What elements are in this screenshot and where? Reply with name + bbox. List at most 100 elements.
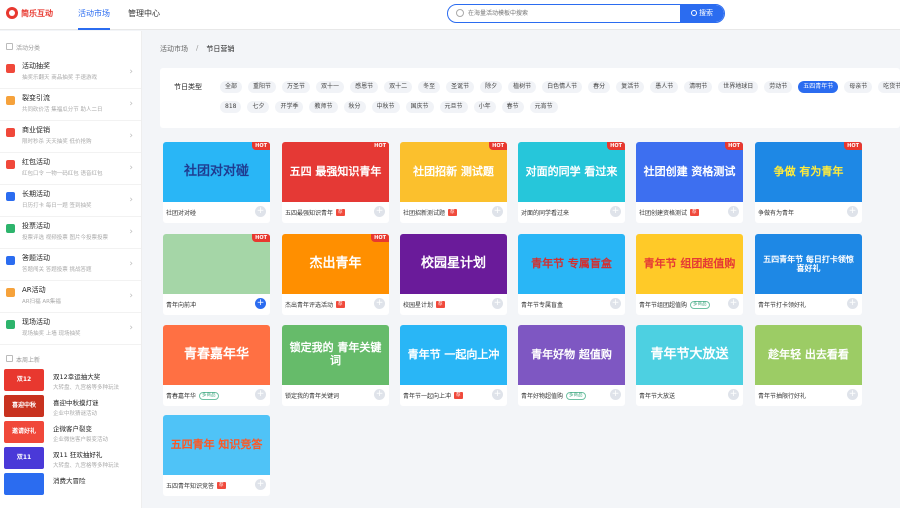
filter-tag[interactable]: 开学季 [275, 101, 304, 113]
template-thumbnail[interactable]: 五四青年节 每日打卡领惊喜好礼 [755, 234, 862, 294]
filter-tag[interactable]: 七夕 [247, 101, 270, 113]
template-card[interactable]: 社团招新 测试题 HOT 社团招新测试题荐 + [400, 142, 507, 223]
template-card[interactable]: 五四 最强知识青年 HOT 五四最强知识青年荐 + [282, 142, 389, 223]
nav-management-center[interactable]: 管理中心 [128, 0, 160, 30]
breadcrumb-root[interactable]: 活动市场 [160, 44, 188, 54]
filter-tag[interactable]: 春节 [501, 101, 524, 113]
filter-tag[interactable]: 中秋节 [371, 101, 400, 113]
template-thumbnail[interactable]: 五四 最强知识青年 HOT [282, 142, 389, 202]
add-icon[interactable]: + [847, 298, 858, 309]
template-card[interactable]: 社团对对碰 HOT 社团对对碰 + [163, 142, 270, 223]
sidebar-item[interactable]: 答题活动 答题闯关 答题投票 挑战答题 › [0, 249, 141, 281]
sidebar-item[interactable]: 红包活动 红包口令 一物一码红包 语音红包 › [0, 153, 141, 185]
filter-tag[interactable]: 万圣节 [282, 81, 311, 93]
add-icon[interactable]: + [847, 389, 858, 400]
search-button[interactable]: 搜索 [680, 5, 724, 22]
app-logo[interactable]: 简乐互动 [6, 7, 53, 19]
filter-tag[interactable]: 劳动节 [764, 81, 793, 93]
template-card[interactable]: 锁定我的 青年关键词 锁定我的青年关键词 + [282, 325, 389, 406]
template-thumbnail[interactable]: 争做 有为青年 HOT [755, 142, 862, 202]
add-icon[interactable]: + [492, 206, 503, 217]
filter-tag[interactable]: 感恩节 [350, 81, 379, 93]
filter-tag[interactable]: 国庆节 [405, 101, 434, 113]
filter-tag[interactable]: 吃货节 [878, 81, 900, 93]
template-thumbnail[interactable]: 杰出青年 HOT [282, 234, 389, 294]
add-icon[interactable]: + [728, 206, 739, 217]
add-icon[interactable]: + [610, 298, 621, 309]
template-card[interactable]: 杰出青年 HOT 杰出青年评选活动荐 + [282, 234, 389, 315]
filter-tag[interactable]: 白色情人节 [542, 81, 583, 93]
add-icon[interactable]: + [728, 389, 739, 400]
sidebar-item[interactable]: 长期活动 日历打卡 每日一题 签到抽奖 › [0, 185, 141, 217]
add-icon[interactable]: + [492, 389, 503, 400]
new-template-item[interactable]: 双12 双12幸运抽大奖 大转盘、九宫格等多种玩法 [0, 367, 141, 393]
filter-tag[interactable]: 除夕 [480, 81, 503, 93]
sidebar-item[interactable]: 投票活动 投票评选 视频投票 图片今投票投票 › [0, 217, 141, 249]
template-card[interactable]: 青年节 专属盲盒 青年节专属盲盒 + [518, 234, 625, 315]
filter-tag[interactable]: 清明节 [684, 81, 713, 93]
add-icon[interactable]: + [374, 298, 385, 309]
add-icon[interactable]: + [728, 298, 739, 309]
add-icon[interactable]: + [374, 389, 385, 400]
add-icon[interactable]: + [255, 206, 266, 217]
filter-tag[interactable]: 植树节 [508, 81, 537, 93]
add-icon[interactable]: + [610, 389, 621, 400]
filter-tag[interactable]: 五四青年节 [798, 81, 839, 93]
sidebar-item[interactable]: 现场活动 现场抽奖 上墙 现场抽奖 › [0, 313, 141, 345]
add-icon[interactable]: + [610, 206, 621, 217]
filter-tag[interactable]: 秋分 [343, 101, 366, 113]
template-card[interactable]: 青年节大放送 青年节大放送 + [636, 325, 743, 406]
sidebar-item[interactable]: 活动抽奖 抽奖乐翻天 商品抽奖 手速游戏 › [0, 57, 141, 89]
add-icon[interactable]: + [255, 479, 266, 490]
template-thumbnail[interactable]: 青年节大放送 [636, 325, 743, 385]
template-card[interactable]: HOT 青年向前冲 + [163, 234, 270, 315]
filter-tag[interactable]: 818 [220, 101, 242, 113]
template-card[interactable]: 青年节 组团超值购 青年节组团超值购 多商品 + [636, 234, 743, 315]
template-thumbnail[interactable]: 青年节 专属盲盒 [518, 234, 625, 294]
template-thumbnail[interactable]: 青春嘉年华 [163, 325, 270, 385]
template-thumbnail[interactable]: 青年好物 超值购 [518, 325, 625, 385]
filter-tag[interactable]: 双十一 [316, 81, 345, 93]
filter-tag[interactable]: 冬至 [418, 81, 441, 93]
filter-tag[interactable]: 小年 [473, 101, 496, 113]
template-thumbnail[interactable]: 趁年轻 出去看看 [755, 325, 862, 385]
template-thumbnail[interactable]: 校园星计划 [400, 234, 507, 294]
sidebar-item[interactable]: 商业促销 限时秒杀 天天抽奖 低价抢购 › [0, 121, 141, 153]
template-thumbnail[interactable]: 青年节 一起向上冲 [400, 325, 507, 385]
add-icon[interactable]: + [374, 206, 385, 217]
filter-tag[interactable]: 元旦节 [439, 101, 468, 113]
template-card[interactable]: 青年好物 超值购 青年好物超值购 多商品 + [518, 325, 625, 406]
template-card[interactable]: 五四青年 知识竞答 五四青年知识竞答荐 + [163, 415, 270, 496]
filter-tag[interactable]: 元宵节 [529, 101, 558, 113]
sidebar-item[interactable]: AR活动 AR扫福 AR集福 › [0, 281, 141, 313]
filter-tag[interactable]: 春分 [588, 81, 611, 93]
new-template-item[interactable]: 消费大冒险 [0, 471, 141, 497]
filter-tag[interactable]: 教师节 [309, 101, 338, 113]
template-card[interactable]: 对面的同学 看过来 HOT 对面的同学看过来 + [518, 142, 625, 223]
filter-tag[interactable]: 圣诞节 [446, 81, 475, 93]
new-template-item[interactable]: 邀请好礼 企微客户裂变 企业微信客户裂变活动 [0, 419, 141, 445]
new-template-item[interactable]: 双11 双11 狂欢抽好礼 大转盘、九宫格等多种玩法 [0, 445, 141, 471]
add-icon[interactable]: + [255, 298, 266, 309]
search-input[interactable] [468, 7, 668, 20]
template-thumbnail[interactable]: 五四青年 知识竞答 [163, 415, 270, 475]
filter-tag[interactable]: 复活节 [616, 81, 645, 93]
template-thumbnail[interactable]: 社团创建 资格测试 HOT [636, 142, 743, 202]
add-icon[interactable]: + [492, 298, 503, 309]
template-card[interactable]: 趁年轻 出去看看 青年节抽限行好礼 + [755, 325, 862, 406]
template-thumbnail[interactable]: 锁定我的 青年关键词 [282, 325, 389, 385]
template-card[interactable]: 校园星计划 校园星计划荐 + [400, 234, 507, 315]
filter-tag[interactable]: 双十二 [384, 81, 413, 93]
filter-tag[interactable]: 愚人节 [650, 81, 679, 93]
add-icon[interactable]: + [255, 389, 266, 400]
template-card[interactable]: 青春嘉年华 青春嘉年华 多商品 + [163, 325, 270, 406]
filter-tag[interactable]: 重阳节 [248, 81, 277, 93]
sidebar-item[interactable]: 裂变引流 共同砍价活 集福瓜分节 助人二日 › [0, 89, 141, 121]
template-card[interactable]: 社团创建 资格测试 HOT 社团创建资格测试荐 + [636, 142, 743, 223]
filter-tag[interactable]: 世界地球日 [718, 81, 759, 93]
add-icon[interactable]: + [847, 206, 858, 217]
template-thumbnail[interactable]: 社团招新 测试题 HOT [400, 142, 507, 202]
template-thumbnail[interactable]: HOT [163, 234, 270, 294]
filter-tag[interactable]: 全部 [220, 81, 243, 93]
template-card[interactable]: 青年节 一起向上冲 青年节一起向上冲荐 + [400, 325, 507, 406]
